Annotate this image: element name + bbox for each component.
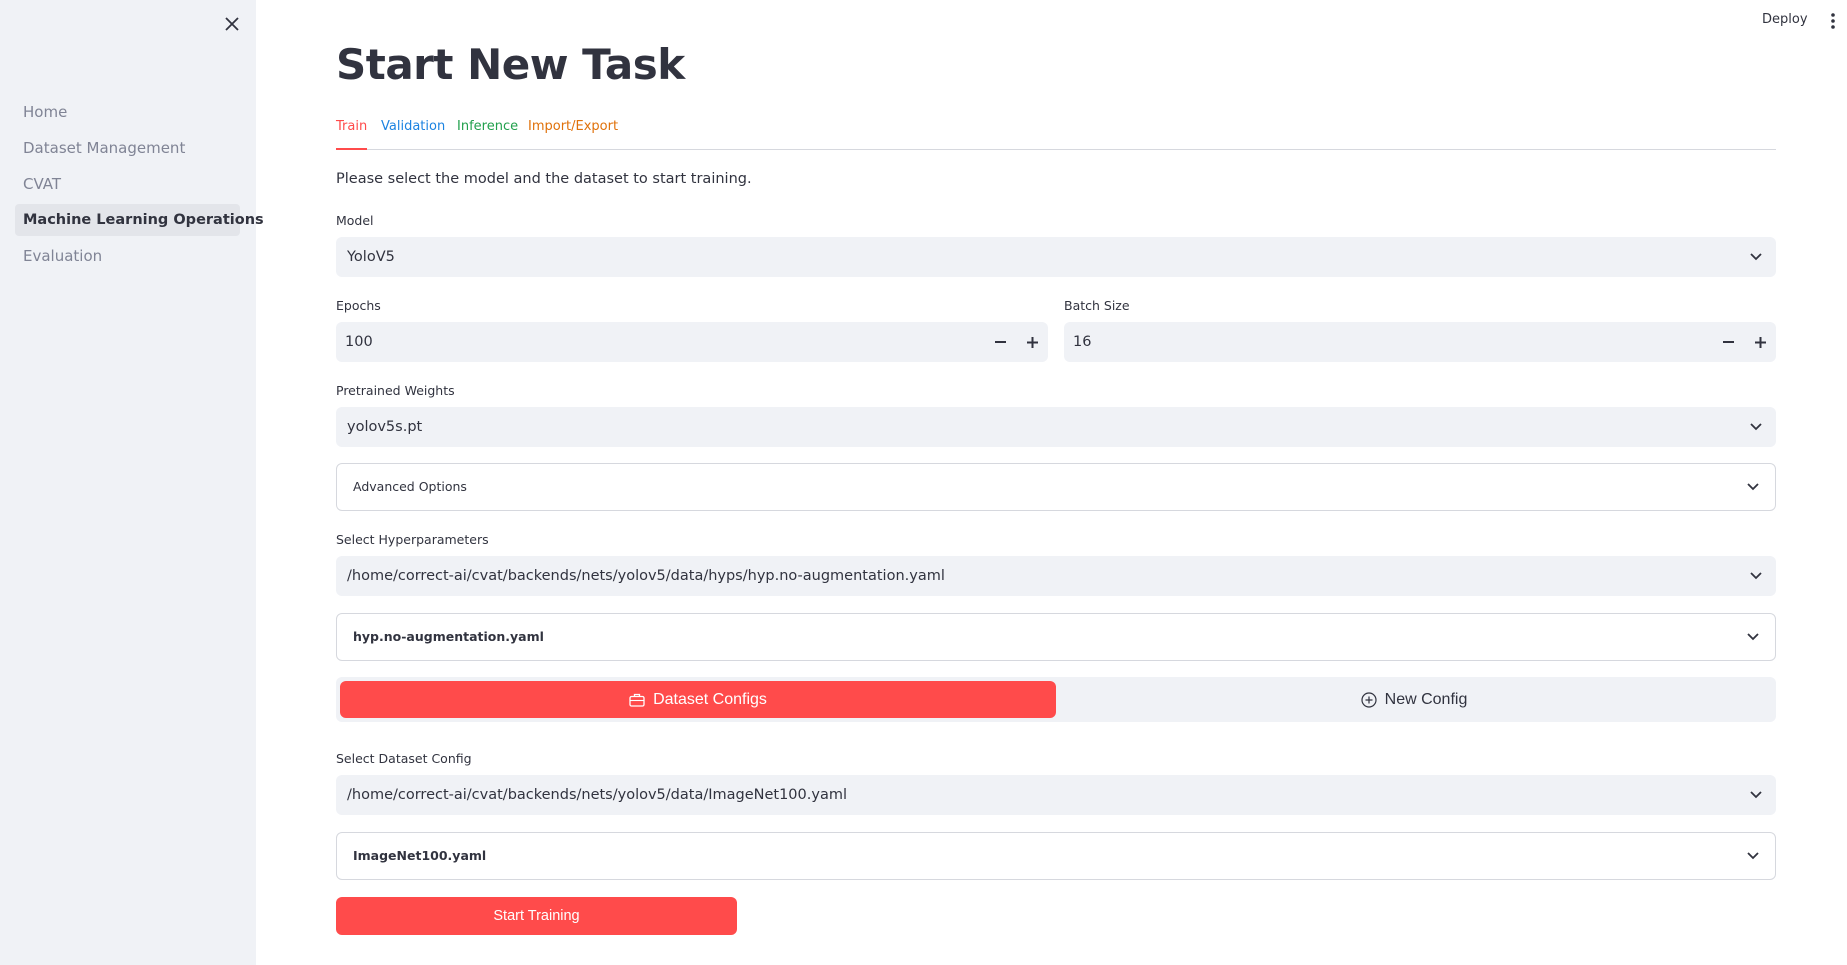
start-training-button[interactable]: Start Training (336, 897, 737, 935)
chevron-down-icon (1748, 249, 1764, 265)
sidebar-item-cvat[interactable]: CVAT (15, 168, 240, 200)
chevron-down-icon (1748, 419, 1764, 435)
hyperparameters-label: Select Hyperparameters (336, 532, 489, 547)
advanced-options-label: Advanced Options (353, 479, 467, 494)
batch-size-increment-button[interactable] (1745, 326, 1775, 358)
tab-bar: Train Validation Inference Import/Export (336, 115, 1776, 150)
epochs-input[interactable]: 100 (336, 322, 1048, 362)
dataset-configs-button[interactable]: Dataset Configs (340, 681, 1056, 718)
intro-text: Please select the model and the dataset … (336, 171, 752, 187)
page-title: Start New Task (336, 40, 685, 89)
dataset-config-file-expander[interactable]: ImageNet100.yaml (336, 832, 1776, 880)
add-circle-icon (1361, 691, 1377, 708)
config-mode-segmented-control: Dataset Configs New Config (336, 677, 1776, 722)
epochs-decrement-button[interactable] (985, 326, 1015, 358)
dataset-config-label: Select Dataset Config (336, 751, 472, 766)
main-menu-icon[interactable] (1826, 12, 1840, 30)
sidebar-item-home[interactable]: Home (15, 96, 240, 128)
briefcase-icon (629, 693, 645, 707)
tab-train[interactable]: Train (336, 119, 368, 150)
hyperparameters-value: /home/correct-ai/cvat/backends/nets/yolo… (347, 568, 945, 584)
pretrained-weights-label: Pretrained Weights (336, 383, 455, 398)
epochs-label: Epochs (336, 298, 381, 313)
sidebar: Home Dataset Management CVAT Machine Lea… (0, 0, 264, 965)
dataset-config-file-label: ImageNet100.yaml (353, 848, 487, 863)
model-select-value: YoloV5 (347, 249, 395, 265)
tab-validation[interactable]: Validation (381, 119, 445, 150)
hyperparameters-file-expander[interactable]: hyp.no-augmentation.yaml (336, 613, 1776, 661)
chevron-down-icon (1748, 787, 1764, 803)
dataset-config-value: /home/correct-ai/cvat/backends/nets/yolo… (347, 787, 847, 803)
tab-import-export[interactable]: Import/Export (528, 119, 618, 150)
batch-size-value: 16 (1073, 334, 1092, 350)
advanced-options-expander[interactable]: Advanced Options (336, 463, 1776, 511)
model-label: Model (336, 213, 374, 228)
model-select[interactable]: YoloV5 (336, 237, 1776, 277)
chevron-down-icon (1748, 568, 1764, 584)
chevron-down-icon (1745, 629, 1761, 645)
sidebar-item-dataset-management[interactable]: Dataset Management (15, 132, 240, 164)
deploy-button[interactable]: Deploy (1762, 12, 1808, 27)
epochs-value: 100 (345, 334, 373, 350)
hyperparameters-select[interactable]: /home/correct-ai/cvat/backends/nets/yolo… (336, 556, 1776, 596)
batch-size-input[interactable]: 16 (1064, 322, 1776, 362)
epochs-increment-button[interactable] (1017, 326, 1047, 358)
batch-size-decrement-button[interactable] (1713, 326, 1743, 358)
sidebar-item-evaluation[interactable]: Evaluation (15, 240, 240, 272)
chevron-down-icon (1745, 479, 1761, 495)
close-sidebar-icon[interactable] (220, 12, 244, 36)
pretrained-weights-select[interactable]: yolov5s.pt (336, 407, 1776, 447)
sidebar-item-machine-learning-operations[interactable]: Machine Learning Operations (15, 204, 264, 236)
dataset-config-select[interactable]: /home/correct-ai/cvat/backends/nets/yolo… (336, 775, 1776, 815)
new-config-label: New Config (1384, 690, 1468, 708)
dataset-configs-label: Dataset Configs (653, 690, 767, 708)
chevron-down-icon (1745, 848, 1761, 864)
batch-size-label: Batch Size (1064, 298, 1130, 313)
tab-inference[interactable]: Inference (457, 119, 518, 150)
pretrained-weights-value: yolov5s.pt (347, 419, 423, 435)
new-config-button[interactable]: New Config (1056, 681, 1772, 718)
sidebar-nav: Home Dataset Management CVAT Machine Lea… (15, 96, 264, 276)
hyperparameters-file-label: hyp.no-augmentation.yaml (353, 629, 544, 644)
